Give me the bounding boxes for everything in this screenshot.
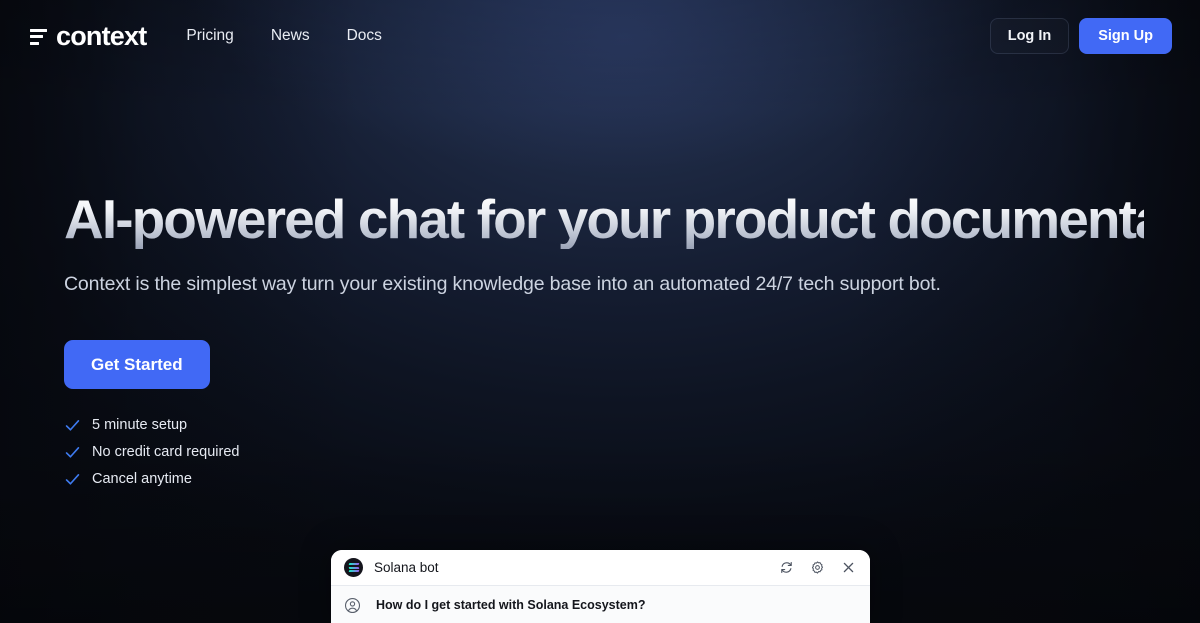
chat-message-user: How do I get started with Solana Ecosyst… <box>344 597 856 614</box>
nav-actions: Log In Sign Up <box>989 17 1172 55</box>
three-bars-logo-icon <box>30 28 47 45</box>
chat-widget-actions <box>779 560 856 575</box>
list-item: 5 minute setup <box>64 417 1144 434</box>
get-started-button[interactable]: Get Started <box>64 339 210 389</box>
check-icon <box>65 446 80 458</box>
page-background: context Pricing News Docs Log In Sign Up… <box>0 0 1200 623</box>
brand-name: context <box>56 20 147 51</box>
hero-section: AI-powered chat for your product documen… <box>64 188 1200 488</box>
chat-widget-title: Solana bot <box>374 559 439 575</box>
nav-link-docs[interactable]: Docs <box>347 28 382 44</box>
feature-label: 5 minute setup <box>92 416 188 433</box>
list-item: Cancel anytime <box>64 471 1144 488</box>
nav-link-news[interactable]: News <box>271 28 310 44</box>
list-item: No credit card required <box>64 444 1144 461</box>
chat-message-text: How do I get started with Solana Ecosyst… <box>376 598 646 613</box>
close-icon[interactable] <box>841 560 856 575</box>
feature-label: Cancel anytime <box>92 470 192 487</box>
feature-label: No credit card required <box>92 443 240 460</box>
user-avatar-icon <box>344 597 361 614</box>
solana-logo-icon <box>344 558 363 577</box>
page-title: AI-powered chat for your product documen… <box>64 188 1200 250</box>
refresh-icon[interactable] <box>779 560 794 575</box>
hero-subtitle: Context is the simplest way turn your ex… <box>64 273 941 296</box>
chat-widget-header: Solana bot <box>331 550 870 586</box>
gear-icon[interactable] <box>810 560 825 575</box>
nav-links: Pricing News Docs <box>186 28 381 44</box>
nav-link-pricing[interactable]: Pricing <box>186 28 233 44</box>
feature-list: 5 minute setup No credit card required C… <box>64 417 1144 488</box>
check-icon <box>65 473 80 485</box>
sign-up-button[interactable]: Sign Up <box>1079 17 1172 55</box>
brand-logo[interactable]: context <box>30 20 147 51</box>
chat-message-list: How do I get started with Solana Ecosyst… <box>331 586 870 623</box>
top-navigation-bar: context Pricing News Docs Log In Sign Up <box>0 0 1200 72</box>
log-in-button[interactable]: Log In <box>989 17 1070 55</box>
check-icon <box>65 419 80 431</box>
chat-widget: Solana bot How do I get started with Sol… <box>331 550 870 623</box>
